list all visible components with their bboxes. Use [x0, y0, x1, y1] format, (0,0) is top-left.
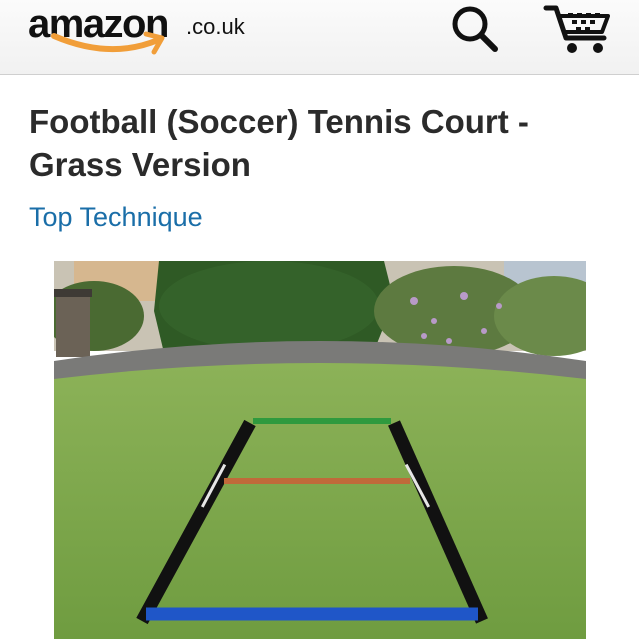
cart-icon	[543, 5, 610, 53]
brand-link[interactable]: Top Technique	[29, 200, 203, 234]
logo-domain: .co.uk	[186, 14, 245, 39]
product-photo	[54, 261, 586, 639]
top-nav-bar: amazon .co.uk	[0, 0, 639, 75]
product-title: Football (Soccer) Tennis Court - Grass V…	[29, 103, 529, 183]
search-icon	[452, 6, 498, 52]
logo-smile-icon	[51, 31, 165, 55]
product-image[interactable]	[54, 261, 586, 639]
amazon-logo[interactable]: amazon .co.uk	[28, 2, 268, 62]
search-button[interactable]	[446, 2, 502, 58]
cart-button[interactable]	[540, 0, 616, 60]
